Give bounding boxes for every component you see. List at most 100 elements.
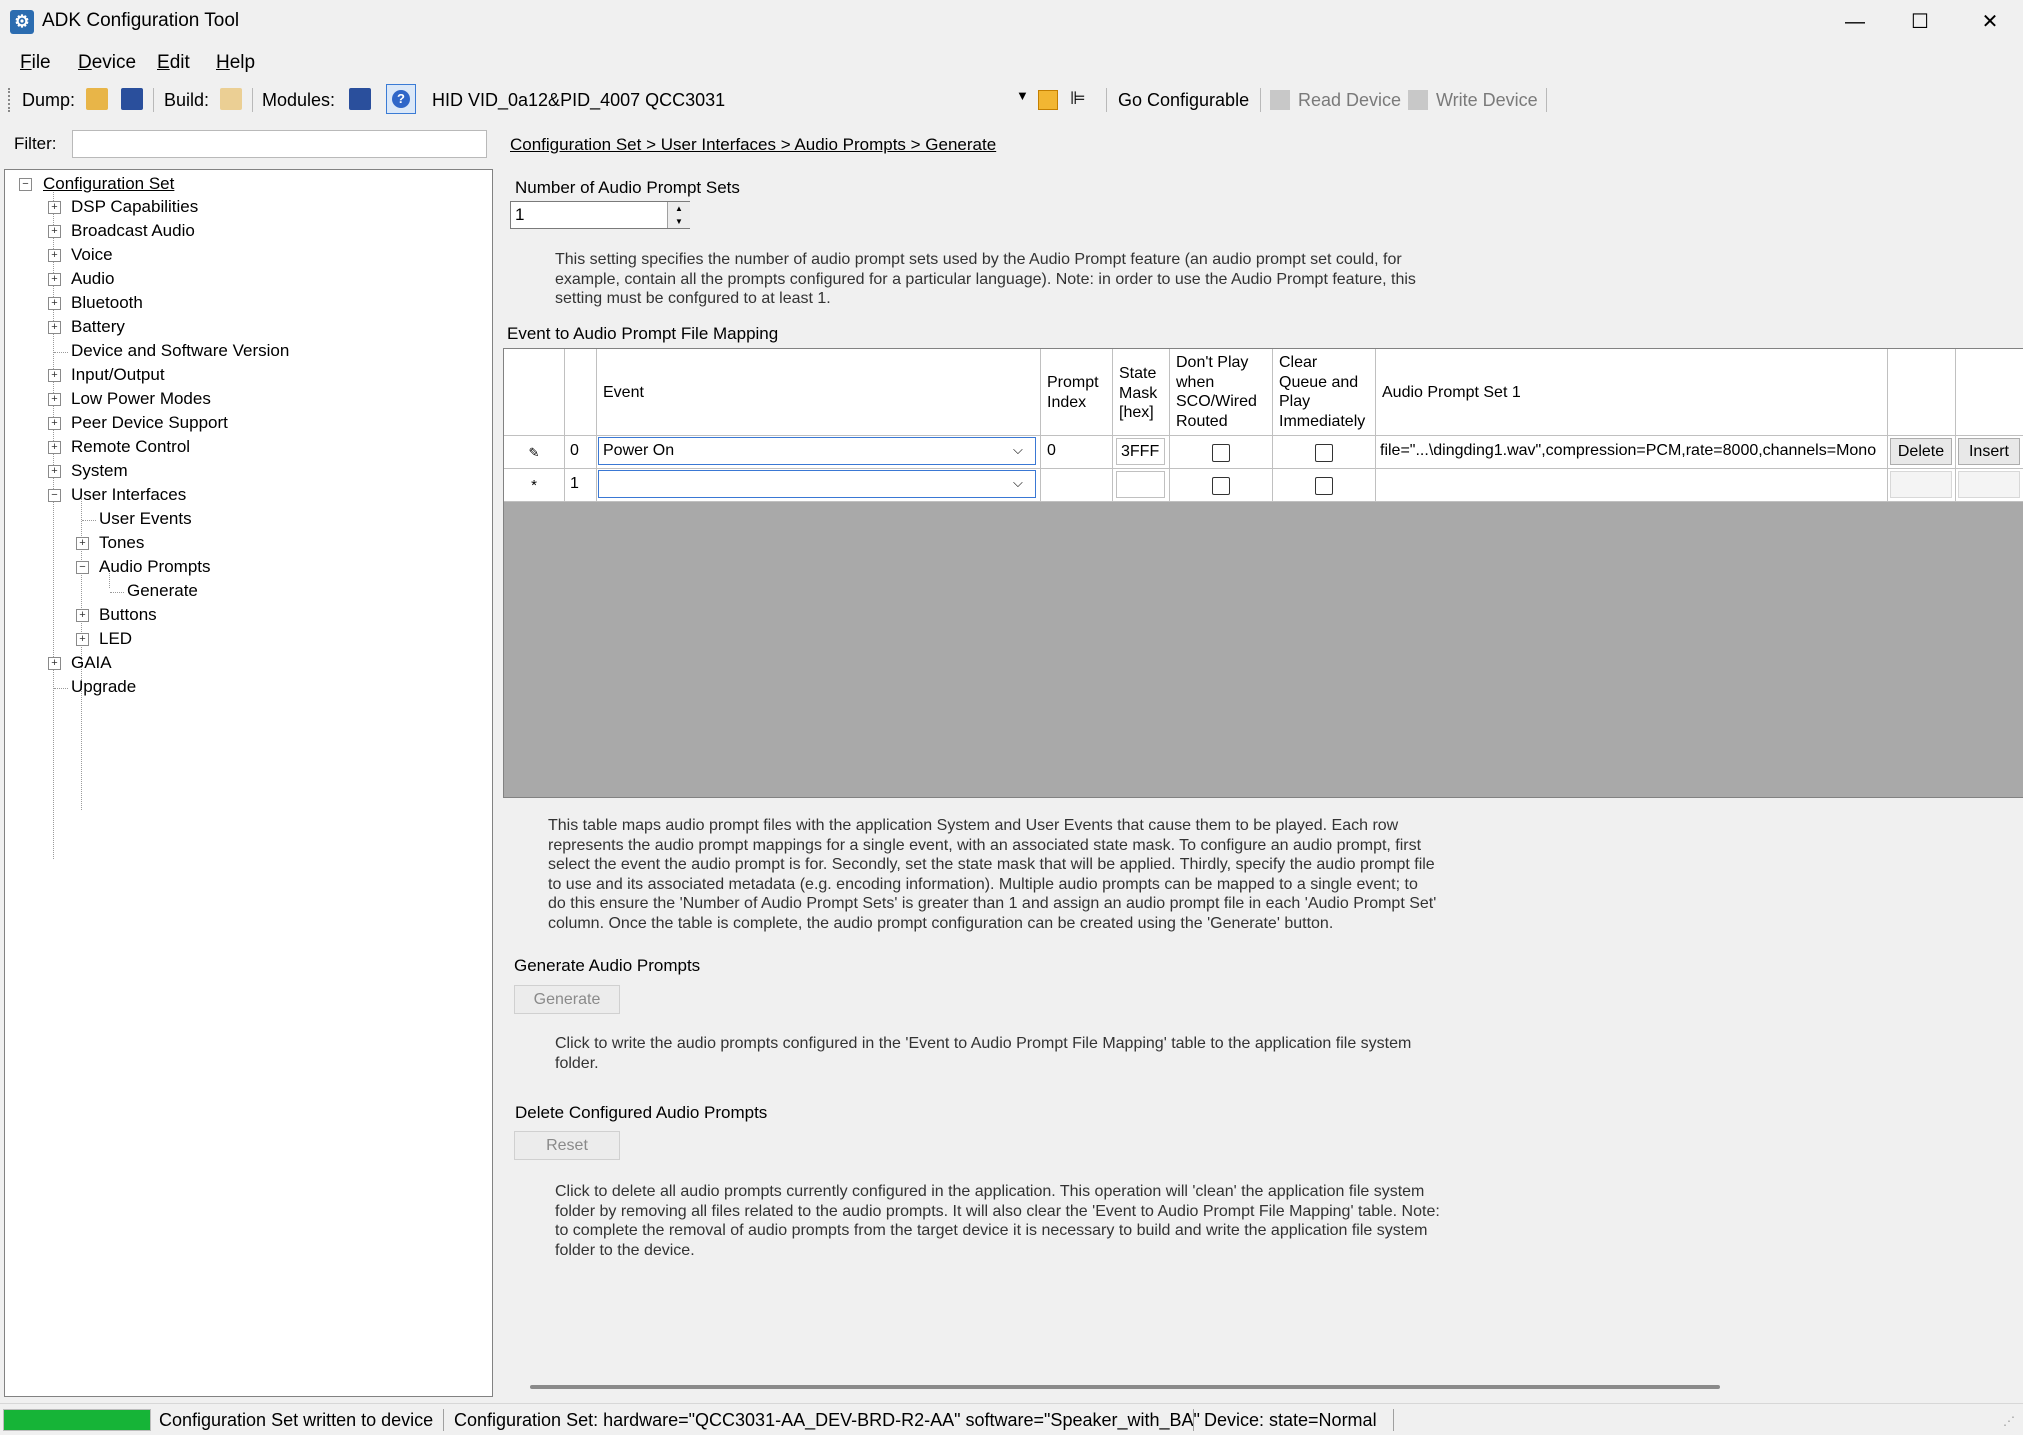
clear-queue-checkbox[interactable] bbox=[1315, 477, 1333, 495]
tree-item-system[interactable]: System bbox=[71, 461, 128, 481]
grid-header-clear-queue[interactable]: Clear Queue and Play Immediately bbox=[1273, 349, 1376, 436]
expander-buttons[interactable]: + bbox=[76, 609, 89, 622]
grid-header-audio-prompt-set-1[interactable]: Audio Prompt Set 1 bbox=[1376, 349, 1888, 436]
audio-prompt-cell[interactable]: file="...\dingding1.wav",compression=PCM… bbox=[1376, 436, 1888, 469]
spinner-down-icon[interactable]: ▼ bbox=[667, 215, 690, 228]
toolbar-grip[interactable] bbox=[8, 88, 13, 112]
clear-queue-checkbox[interactable] bbox=[1315, 444, 1333, 462]
insert-row-button[interactable]: Insert bbox=[1958, 438, 2020, 465]
insert-row-button-empty[interactable] bbox=[1958, 471, 2020, 498]
minimize-button[interactable]: — bbox=[1820, 0, 1890, 45]
tree-item-peer-device-support[interactable]: Peer Device Support bbox=[71, 413, 228, 433]
close-button[interactable]: ✕ bbox=[1955, 0, 2023, 45]
menu-help[interactable]: Help bbox=[216, 52, 255, 74]
resize-grip-icon[interactable]: ⋰ bbox=[2003, 1414, 2015, 1428]
horizontal-scrollbar[interactable] bbox=[530, 1385, 1720, 1389]
dont-play-checkbox[interactable] bbox=[1212, 444, 1230, 462]
state-mask-value[interactable] bbox=[1116, 471, 1165, 498]
delete-row-button[interactable]: Delete bbox=[1890, 438, 1952, 465]
expander-led[interactable]: + bbox=[76, 633, 89, 646]
expander-battery[interactable]: + bbox=[48, 321, 61, 334]
read-device-button[interactable]: Read Device bbox=[1298, 90, 1401, 111]
device-plug-icon[interactable] bbox=[1038, 90, 1058, 110]
expander-tones[interactable]: + bbox=[76, 537, 89, 550]
tree-item-input-output[interactable]: Input/Output bbox=[71, 365, 165, 385]
chevron-down-icon[interactable]: ⌵ bbox=[1013, 475, 1023, 491]
tree-item-tones[interactable]: Tones bbox=[99, 533, 144, 553]
mapping-grid[interactable]: Event Prompt Index State Mask [hex] Don'… bbox=[503, 348, 2023, 798]
modules-save-icon[interactable] bbox=[349, 88, 371, 110]
prompt-sets-spinner[interactable]: 1 ▲ ▼ bbox=[510, 201, 690, 229]
grid-header-dont-play[interactable]: Don't Play when SCO/Wired Routed bbox=[1170, 349, 1273, 436]
grid-header-state-mask[interactable]: State Mask [hex] bbox=[1113, 349, 1170, 436]
menu-device[interactable]: Device bbox=[78, 52, 136, 74]
maximize-button[interactable]: ☐ bbox=[1885, 0, 1955, 45]
audio-prompt-cell[interactable] bbox=[1376, 469, 1888, 502]
prompt-index-cell[interactable] bbox=[1041, 469, 1113, 502]
expander-remote-control[interactable]: + bbox=[48, 441, 61, 454]
tree-root-configuration-set[interactable]: Configuration Set bbox=[43, 174, 174, 194]
tree-item-audio[interactable]: Audio bbox=[71, 269, 114, 289]
event-combo[interactable]: Power On ⌵ bbox=[598, 437, 1036, 465]
tree-item-buttons[interactable]: Buttons bbox=[99, 605, 157, 625]
tree-item-battery[interactable]: Battery bbox=[71, 317, 125, 337]
help-button[interactable]: ? bbox=[386, 84, 416, 114]
event-combo[interactable]: ⌵ bbox=[598, 470, 1036, 498]
state-mask-cell[interactable] bbox=[1113, 469, 1170, 502]
filter-input[interactable] bbox=[72, 130, 487, 158]
prompt-sets-value[interactable]: 1 bbox=[515, 205, 524, 225]
expander-user-interfaces[interactable]: − bbox=[48, 489, 61, 502]
grid-header-event[interactable]: Event bbox=[597, 349, 1041, 436]
open-folder-icon[interactable] bbox=[86, 88, 108, 110]
expander-peer-device-support[interactable]: + bbox=[48, 417, 61, 430]
tree-item-led[interactable]: LED bbox=[99, 629, 132, 649]
tree-item-upgrade[interactable]: Upgrade bbox=[71, 677, 136, 697]
build-folder-icon[interactable] bbox=[220, 88, 242, 110]
tree-item-user-events[interactable]: User Events bbox=[99, 509, 192, 529]
menu-edit[interactable]: Edit bbox=[157, 52, 190, 74]
expander-input-output[interactable]: + bbox=[48, 369, 61, 382]
prompt-index-cell[interactable]: 0 bbox=[1041, 436, 1113, 469]
tree-item-audio-prompts[interactable]: Audio Prompts bbox=[99, 557, 211, 577]
tree-item-broadcast-audio[interactable]: Broadcast Audio bbox=[71, 221, 195, 241]
expander-dsp-capabilities[interactable]: + bbox=[48, 201, 61, 214]
go-configurable-button[interactable]: Go Configurable bbox=[1118, 90, 1249, 111]
tree-item-remote-control[interactable]: Remote Control bbox=[71, 437, 190, 457]
tree-item-low-power-modes[interactable]: Low Power Modes bbox=[71, 389, 211, 409]
expander-audio-prompts[interactable]: − bbox=[76, 561, 89, 574]
write-device-button[interactable]: Write Device bbox=[1436, 90, 1538, 111]
expander-configuration-set[interactable]: − bbox=[19, 178, 32, 191]
breadcrumb[interactable]: Configuration Set > User Interfaces > Au… bbox=[510, 135, 996, 155]
tree-item-voice[interactable]: Voice bbox=[71, 245, 113, 265]
tree-item-user-interfaces[interactable]: User Interfaces bbox=[71, 485, 186, 505]
delete-row-button-empty[interactable] bbox=[1890, 471, 1952, 498]
menu-file[interactable]: File bbox=[20, 52, 51, 74]
device-select[interactable]: HID VID_0a12&PID_4007 QCC3031 bbox=[432, 90, 1032, 111]
expander-bluetooth[interactable]: + bbox=[48, 297, 61, 310]
tree-item-bluetooth[interactable]: Bluetooth bbox=[71, 293, 143, 313]
dropdown-arrow-icon[interactable]: ▼ bbox=[1016, 88, 1029, 103]
state-mask-cell[interactable]: 3FFF bbox=[1113, 436, 1170, 469]
reset-button[interactable]: Reset bbox=[514, 1131, 620, 1160]
config-tree[interactable]: − Configuration Set + DSP Capabilities +… bbox=[4, 169, 493, 1397]
expander-gaia[interactable]: + bbox=[48, 657, 61, 670]
expander-low-power-modes[interactable]: + bbox=[48, 393, 61, 406]
chevron-down-icon[interactable]: ⌵ bbox=[1013, 442, 1023, 458]
tree-item-gaia[interactable]: GAIA bbox=[71, 653, 112, 673]
expander-broadcast-audio[interactable]: + bbox=[48, 225, 61, 238]
event-cell[interactable]: ⌵ bbox=[597, 469, 1041, 502]
state-mask-value[interactable]: 3FFF bbox=[1116, 438, 1165, 465]
tree-item-device-and-software-version[interactable]: Device and Software Version bbox=[71, 341, 289, 361]
dont-play-checkbox[interactable] bbox=[1212, 477, 1230, 495]
grid-header-prompt-index[interactable]: Prompt Index bbox=[1041, 349, 1113, 436]
tree-item-generate[interactable]: Generate bbox=[127, 581, 198, 601]
spinner-up-icon[interactable]: ▲ bbox=[667, 202, 690, 216]
tree-item-dsp-capabilities[interactable]: DSP Capabilities bbox=[71, 197, 198, 217]
expander-voice[interactable]: + bbox=[48, 249, 61, 262]
expander-audio[interactable]: + bbox=[48, 273, 61, 286]
event-cell[interactable]: Power On ⌵ bbox=[597, 436, 1041, 469]
generate-button[interactable]: Generate bbox=[514, 985, 620, 1014]
expander-system[interactable]: + bbox=[48, 465, 61, 478]
save-disk-icon[interactable] bbox=[121, 88, 143, 110]
device-tool-icon[interactable]: ⊫ bbox=[1070, 88, 1086, 109]
